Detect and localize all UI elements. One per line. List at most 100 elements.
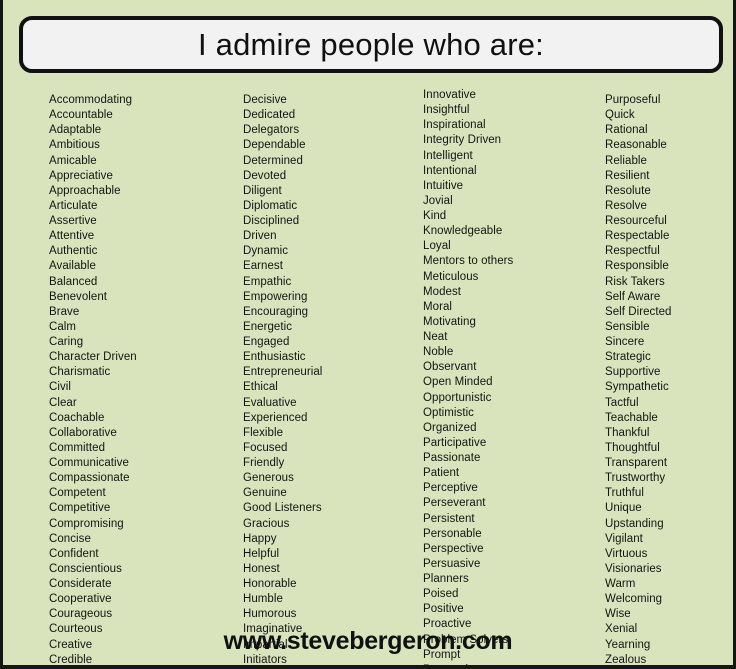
- word-item: Sympathetic: [605, 381, 669, 394]
- word-item: Participative: [423, 436, 487, 449]
- word-item: Coachable: [49, 411, 105, 424]
- word-item: Respectful: [605, 245, 660, 258]
- word-item: Empathic: [243, 275, 292, 288]
- word-item: Authentic: [49, 245, 98, 258]
- word-item: Insightful: [423, 104, 470, 117]
- word-item: Accommodating: [49, 94, 133, 106]
- word-item: Friendly: [243, 457, 285, 469]
- word-item: Thankful: [605, 426, 650, 439]
- word-item: Resilient: [605, 169, 650, 182]
- title-plaque: I admire people who are:: [19, 16, 723, 73]
- word-item: Positive: [423, 603, 464, 616]
- word-item: Amicable: [49, 154, 97, 167]
- word-item: Purposeful: [605, 94, 661, 106]
- word-item: Tactful: [605, 396, 639, 409]
- word-item: Rational: [605, 124, 648, 137]
- word-item: Vigilant: [605, 532, 643, 545]
- word-item: Dedicated: [243, 109, 296, 122]
- word-item: Reliable: [605, 154, 647, 167]
- word-item: Upstanding: [605, 517, 664, 530]
- word-item: Honorable: [243, 578, 297, 590]
- word-item: Transparent: [605, 457, 668, 469]
- word-item: Persistent: [423, 512, 475, 525]
- word-item: Driven: [243, 230, 277, 243]
- word-item: Moral: [423, 300, 453, 313]
- word-item: Focused: [243, 441, 288, 454]
- word-item: Helpful: [243, 547, 280, 560]
- word-item: Caring: [49, 336, 84, 348]
- word-item: Experienced: [243, 411, 308, 424]
- word-item: Warm: [605, 578, 636, 590]
- word-item: Encouraging: [243, 305, 309, 318]
- word-item: Available: [49, 260, 96, 273]
- word-item: Engaged: [243, 336, 290, 348]
- word-item: Sensible: [605, 320, 650, 333]
- word-item: Dynamic: [243, 245, 289, 258]
- word-item: Knowledgeable: [423, 225, 503, 238]
- word-item: Thoughtful: [605, 441, 660, 454]
- word-item: Communicative: [49, 457, 129, 469]
- word-item: Truthful: [605, 487, 644, 500]
- word-item: Personable: [423, 527, 482, 540]
- word-item: Committed: [49, 441, 106, 454]
- word-item: Trustworthy: [605, 472, 666, 485]
- word-item: Poised: [423, 588, 459, 601]
- word-item: Genuine: [243, 487, 287, 500]
- word-item: Jovial: [423, 194, 453, 207]
- word-item: Clear: [49, 396, 77, 409]
- word-item: Noble: [423, 346, 454, 359]
- word-item: Courageous: [49, 608, 113, 621]
- word-item: Good Listeners: [243, 502, 322, 515]
- page-title: I admire people who are:: [198, 27, 544, 62]
- word-item: Unique: [605, 502, 642, 515]
- word-item: Disciplined: [243, 215, 300, 227]
- word-item: Teachable: [605, 411, 658, 424]
- word-item: Self Directed: [605, 305, 672, 318]
- word-item: Persuasive: [423, 557, 481, 570]
- word-item: Motivating: [423, 315, 476, 328]
- word-column-4: Purposeful Quick Rational Reasonable Reliabl…: [605, 88, 733, 665]
- word-item: Flexible: [243, 426, 284, 439]
- word-item: Diligent: [243, 184, 282, 197]
- word-item: Delegators: [243, 124, 300, 137]
- word-item: Cooperative: [49, 593, 112, 606]
- word-item: Perspective: [423, 542, 484, 555]
- word-item: Compassionate: [49, 472, 130, 485]
- word-item: Wise: [605, 608, 631, 621]
- word-item: Open Minded: [423, 376, 493, 389]
- word-item: Intelligent: [423, 149, 473, 162]
- word-item: Appreciative: [49, 169, 113, 182]
- word-item: Self Aware: [605, 290, 661, 303]
- word-item: Enthusiastic: [243, 351, 306, 364]
- word-item: Articulate: [49, 199, 98, 212]
- word-item: Evaluative: [243, 396, 297, 409]
- word-item: Concise: [49, 532, 91, 545]
- footer: www.stevebergeron.com: [3, 627, 733, 656]
- word-item: Inspirational: [423, 119, 486, 132]
- word-item: Optimistic: [423, 406, 474, 419]
- word-item: Kind: [423, 210, 447, 222]
- word-item: Welcoming: [605, 593, 663, 606]
- word-item: Resolve: [605, 199, 647, 212]
- word-item: Earnest: [243, 260, 283, 273]
- word-item: Assertive: [49, 215, 97, 227]
- word-item: Patient: [423, 467, 460, 480]
- word-item: Responsible: [605, 260, 669, 273]
- word-item: Competitive: [49, 502, 111, 515]
- word-item: Planners: [423, 573, 469, 585]
- word-item: Dependable: [243, 139, 306, 152]
- word-item: Humorous: [243, 608, 297, 621]
- poster: I admire people who are: Accommodating Ac…: [0, 0, 736, 669]
- word-item: Approachable: [49, 184, 121, 197]
- word-item: Ambitious: [49, 139, 100, 152]
- word-item: Organized: [423, 421, 477, 434]
- website-url: www.stevebergeron.com: [223, 627, 513, 655]
- word-item: Adaptable: [49, 124, 102, 137]
- word-item: Balanced: [49, 275, 98, 288]
- word-item: Visionaries: [605, 562, 662, 575]
- word-item: Conscientious: [49, 562, 122, 575]
- word-item: Intentional: [423, 164, 477, 177]
- word-item: Supportive: [605, 366, 661, 379]
- word-item: Respectable: [605, 230, 670, 243]
- word-column-2: Decisive Dedicated Delegators Dependable Det…: [243, 88, 413, 665]
